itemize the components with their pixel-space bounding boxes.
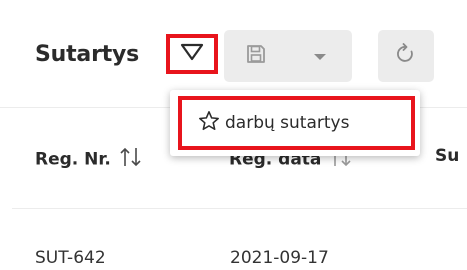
filter-dropdown-menu: darbų sutartys <box>170 90 420 156</box>
dropdown-item-darbu-sutartys[interactable]: darbų sutartys <box>178 96 415 150</box>
page-title: Sutartys <box>35 42 140 67</box>
header-divider <box>12 208 467 209</box>
save-menu-button[interactable] <box>288 30 352 82</box>
star-outline-icon <box>198 110 220 136</box>
column-header-su[interactable]: Su <box>435 146 459 166</box>
floppy-disk-icon <box>246 44 266 68</box>
cell-reg-nr[interactable]: SUT-642 <box>35 248 106 268</box>
refresh-icon <box>396 43 416 69</box>
cell-reg-data: 2021-09-17 <box>230 248 329 268</box>
triangle-down-icon <box>180 43 204 65</box>
caret-down-icon <box>313 47 327 66</box>
column-header-reg-nr[interactable]: Reg. Nr. <box>35 146 143 173</box>
save-button[interactable] <box>224 30 288 82</box>
column-header-label: Reg. Nr. <box>35 149 111 170</box>
dropdown-item-label: darbų sutartys <box>225 113 350 133</box>
save-button-group <box>224 30 352 82</box>
refresh-button[interactable] <box>378 30 434 82</box>
filter-dropdown-button[interactable] <box>166 34 218 74</box>
sort-icon[interactable] <box>119 146 143 173</box>
